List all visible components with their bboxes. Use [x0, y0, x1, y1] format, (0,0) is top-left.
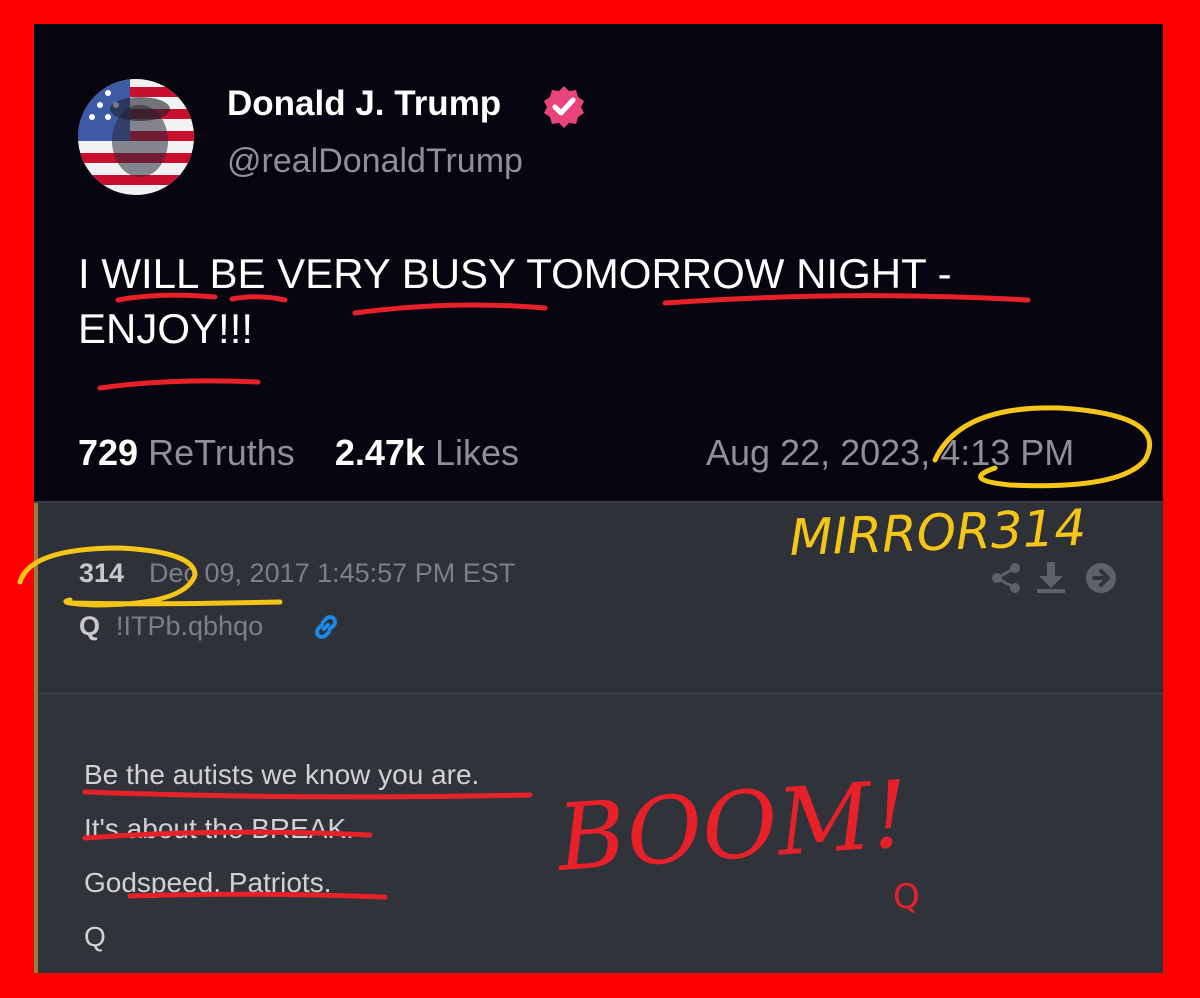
user-handle[interactable]: @realDonaldTrump — [227, 142, 523, 181]
post-timestamp[interactable]: Aug 22, 2023, 4:13 PM — [706, 432, 1074, 474]
truth-social-post: Donald J. Trump @realDonaldTrump I WILL … — [34, 24, 1163, 502]
likes-count: 2.47k — [334, 432, 425, 473]
body-line: Godspeed, Patriots. — [84, 867, 332, 898]
likes-label: Likes — [434, 432, 519, 473]
retruths-stat[interactable]: 729 ReTruths — [78, 432, 295, 473]
left-accent-border — [34, 503, 38, 973]
retruths-count: 729 — [78, 432, 139, 473]
arrow-right-icon[interactable] — [1086, 563, 1116, 593]
post-actions — [992, 562, 1116, 593]
likes-stat[interactable]: 2.47k Likes — [335, 432, 519, 473]
author-name: Q — [79, 611, 101, 641]
post-text-line-1: I WILL BE VERY BUSY TOMORROW NIGHT - — [78, 250, 952, 297]
display-name[interactable]: Donald J. Trump — [227, 84, 501, 124]
tripcode: !ITPb.qbhqo — [116, 611, 264, 641]
body-line: It's about the BREAK. — [84, 813, 354, 844]
body-line: Be the autists we know you are. — [84, 759, 480, 790]
q-post-header — [34, 503, 1163, 694]
post-number[interactable]: 314 — [79, 558, 124, 589]
q-drop-post: 314 Dec 09, 2017 1:45:57 PM EST Q !ITPb.… — [34, 503, 1163, 973]
post-text-line-2: ENJOY!!! — [78, 305, 254, 352]
post-text: I WILL BE VERY BUSY TOMORROW NIGHT - ENJ… — [78, 246, 1138, 356]
retruths-label: ReTruths — [148, 432, 295, 473]
post-date: Dec 09, 2017 1:45:57 PM EST — [149, 558, 516, 588]
download-icon[interactable] — [1037, 562, 1065, 593]
share-icon[interactable] — [992, 563, 1020, 593]
verified-badge-icon — [544, 86, 584, 128]
avatar[interactable] — [78, 79, 194, 195]
q-post-body: Be the autists we know you are. It's abo… — [84, 748, 479, 964]
body-line: Q — [84, 921, 106, 952]
post-stats: 729 ReTruths 2.47k Likes — [78, 432, 519, 474]
link-icon[interactable] — [310, 611, 342, 643]
